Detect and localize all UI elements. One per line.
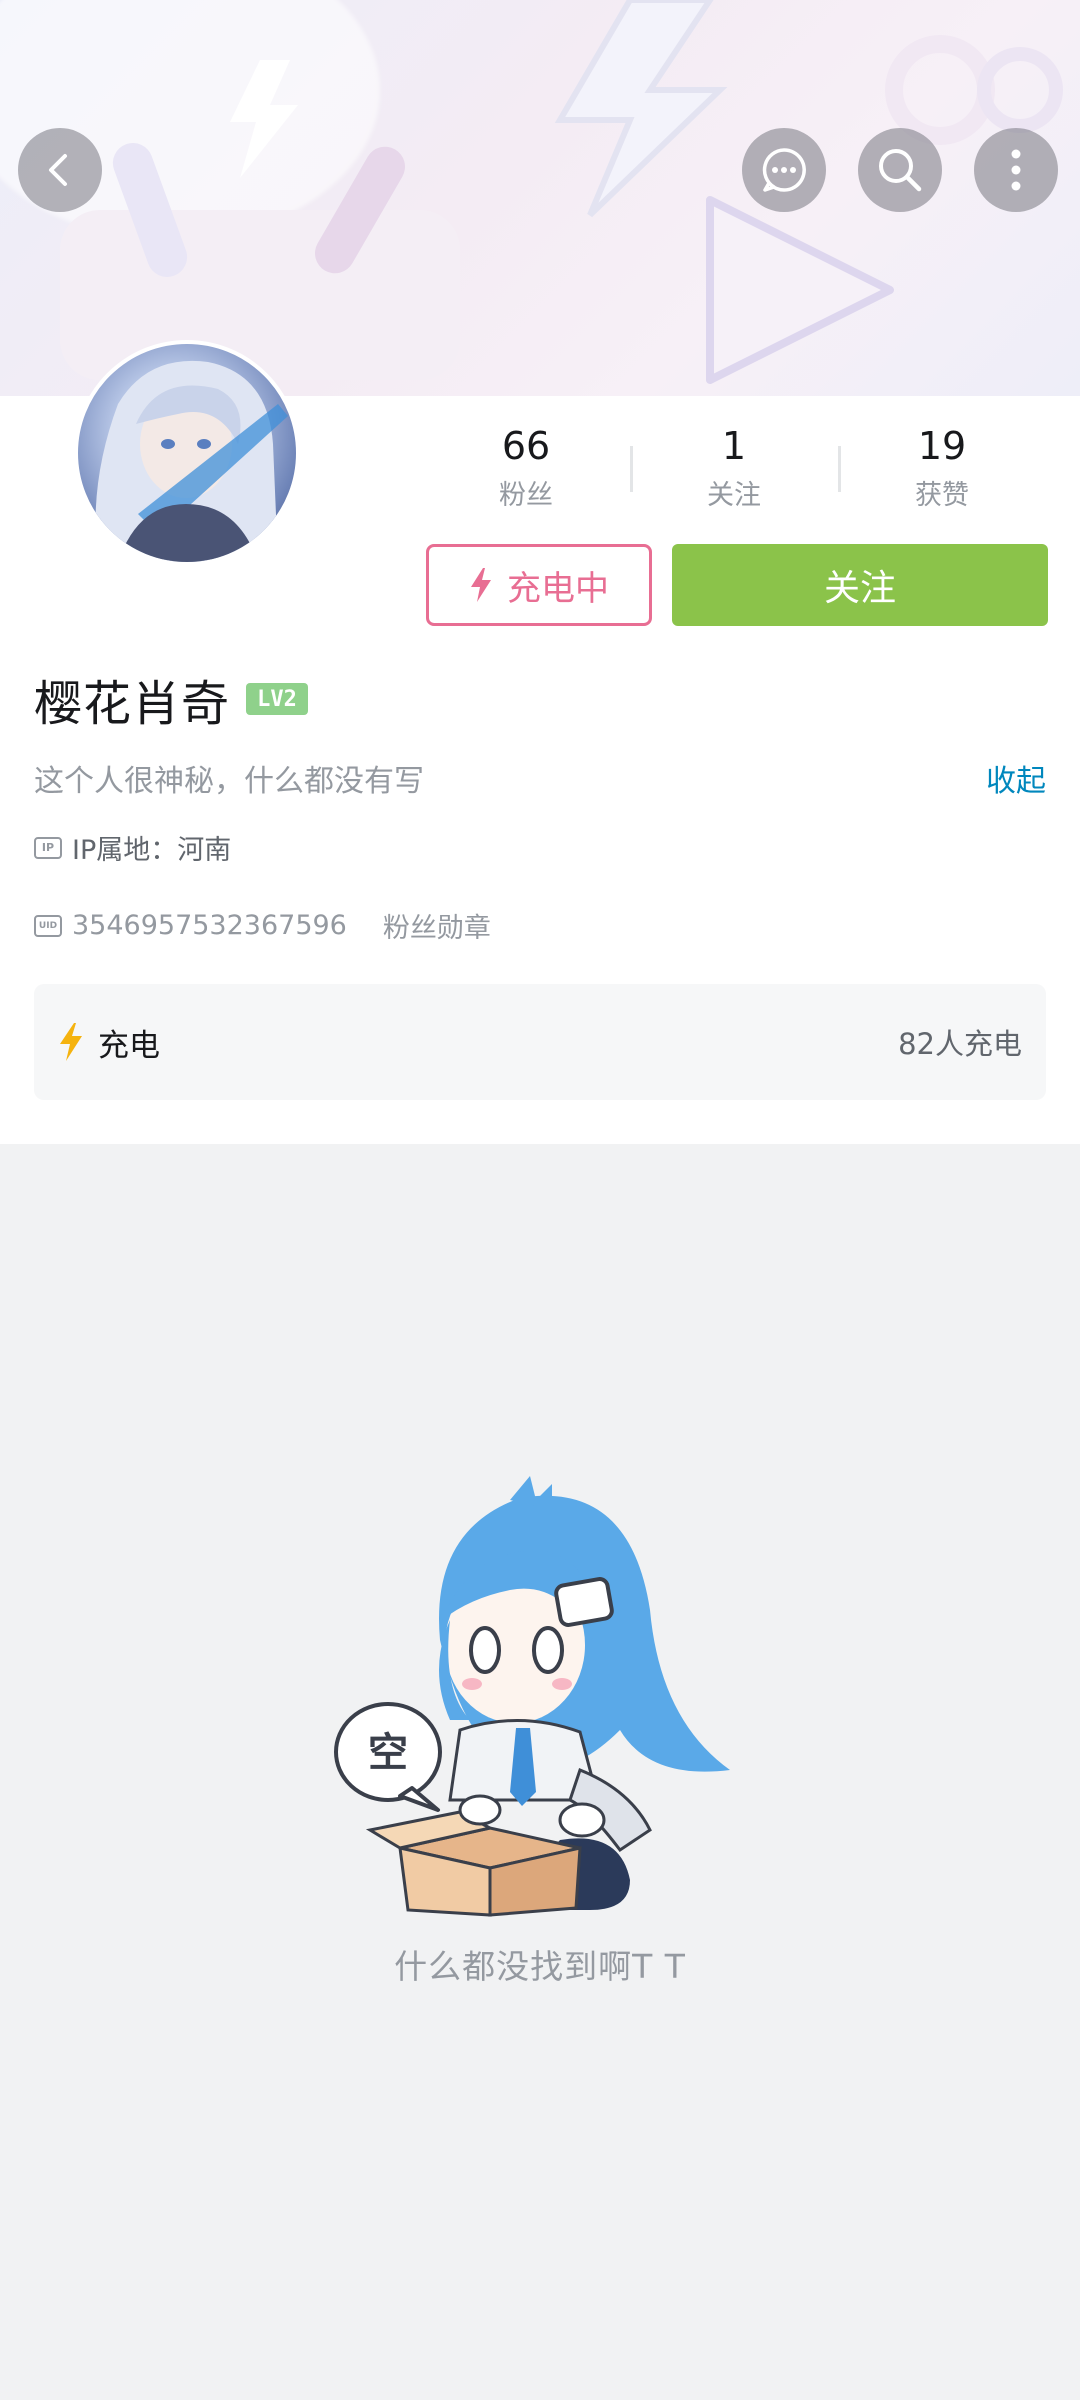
banner-small-bolt — [230, 60, 298, 178]
stat-label: 获赞 — [915, 480, 969, 511]
follow-label: 关注 — [823, 568, 896, 609]
empty-state-message: 什么都没找到啊T T — [394, 1947, 686, 1986]
banner-play-shape — [706, 196, 894, 384]
more-vertical-icon — [1011, 149, 1021, 191]
stat-likes[interactable]: 19 获赞 — [862, 420, 1022, 516]
empty-state-illustration: 空 — [334, 1476, 730, 1917]
stat-fans[interactable]: 66 粉丝 — [446, 420, 606, 516]
uid-text[interactable]: 3546957532367596 — [72, 910, 347, 941]
search-button[interactable] — [858, 128, 942, 212]
stat-value: 1 — [721, 424, 747, 468]
ip-icon: IP — [34, 836, 62, 859]
back-button[interactable] — [18, 128, 102, 212]
level-badge: LV2 — [246, 683, 309, 715]
message-icon — [762, 148, 806, 192]
charge-count: 82人充电 — [898, 1027, 1022, 1061]
user-name: 樱花肖奇 — [34, 676, 231, 732]
cardboard-box — [365, 1810, 582, 1917]
charge-panel-title: 充电 — [98, 1027, 160, 1064]
uid-row: UID 3546957532367596 粉丝勋章 — [34, 906, 491, 945]
charging-button[interactable]: 充电中 — [426, 544, 652, 626]
chevron-left-icon — [49, 154, 67, 186]
avatar-portrait — [95, 360, 288, 562]
message-button[interactable] — [742, 128, 826, 212]
stat-following[interactable]: 1 关注 — [654, 420, 814, 516]
uid-icon: UID — [34, 914, 62, 937]
stats-divider — [838, 446, 841, 492]
stat-value: 66 — [501, 424, 551, 468]
ip-location-row: IP IP属地：河南 — [34, 828, 231, 867]
name-row: 樱花肖奇 LV2 — [34, 664, 309, 734]
stat-label: 关注 — [707, 480, 761, 511]
more-button[interactable] — [974, 128, 1058, 212]
lightning-icon — [471, 568, 491, 602]
bio-text: 这个人很神秘，什么都没有写 — [34, 764, 424, 799]
ip-location-text: IP属地：河南 — [72, 835, 232, 866]
bubble-text: 空 — [368, 1730, 408, 1776]
lightning-icon — [60, 1023, 82, 1061]
stats-bar: 66 粉丝 1 关注 19 获赞 — [420, 420, 1046, 530]
charging-label: 充电中 — [507, 568, 609, 609]
stats-divider — [630, 446, 633, 492]
charge-panel[interactable]: 充电 82人充电 — [34, 984, 1046, 1100]
follow-button[interactable]: 关注 — [672, 544, 1048, 626]
avatar[interactable] — [74, 340, 300, 566]
fan-medal-link[interactable]: 粉丝勋章 — [383, 906, 491, 945]
collapse-link[interactable]: 收起 — [986, 756, 1046, 800]
stat-value: 19 — [917, 424, 967, 468]
speech-bubble: 空 — [334, 1702, 442, 1812]
search-icon — [879, 149, 922, 192]
stat-label: 粉丝 — [499, 480, 553, 511]
